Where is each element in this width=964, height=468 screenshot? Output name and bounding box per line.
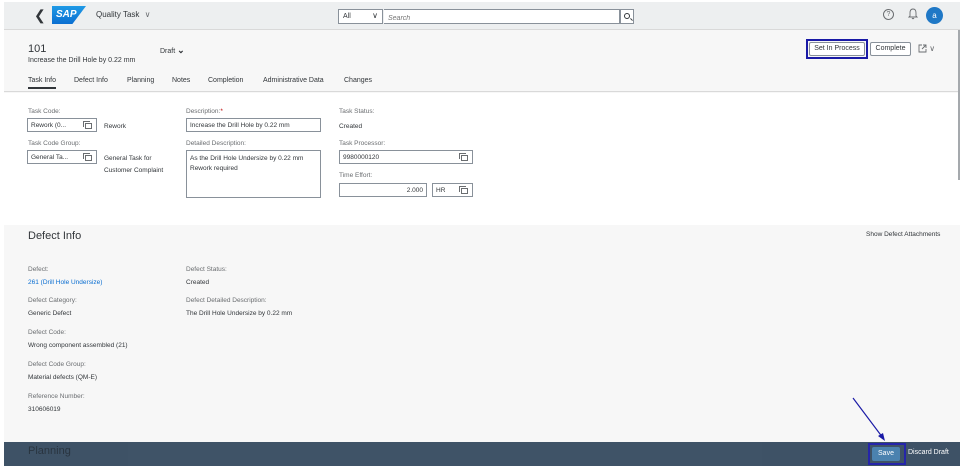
reference-number-value: 310606019 [28,406,61,413]
value-help-icon[interactable] [83,153,92,161]
description-value: Increase the Drill Hole by 0.22 mm [190,122,290,129]
defect-code-group-label: Defect Code Group: [28,361,86,368]
defect-link[interactable]: 261 (Drill Hole Undersize) [28,279,102,286]
defect-category-label: Defect Category: [28,297,77,304]
value-help-icon[interactable] [459,186,468,194]
required-marker: * [220,108,223,115]
tab-changes[interactable]: Changes [344,77,372,84]
task-processor-label: Task Processor: [339,140,386,147]
task-code-value: Rework (0... [31,122,67,129]
tab-completion[interactable]: Completion [208,77,243,84]
footer-toolbar: Planning Save Discard Draft [4,442,960,466]
share-menu[interactable]: ∨ [918,44,935,53]
chevron-down-icon: ∨ [144,10,151,19]
task-code-field[interactable]: Rework (0... [27,118,97,132]
task-processor-field[interactable]: 9980000120 [339,150,473,164]
description-label: Description:* [186,108,223,115]
search-button[interactable] [620,9,634,24]
section-tabs: Task Info Defect Info Planning Notes Com… [4,72,960,92]
discard-draft-button[interactable]: Discard Draft [908,449,949,456]
search-icon [624,13,630,19]
draft-label: Draft [160,48,176,55]
defect-info-section: Defect Info Show Defect Attachments Defe… [4,225,960,445]
task-code-text: Rework [104,123,127,130]
chevron-down-icon: ∨ [372,11,378,20]
defect-label: Defect: [28,266,49,273]
detailed-description-label: Detailed Description: [186,140,246,147]
time-effort-label: Time Effort: [339,172,373,179]
description-field[interactable]: Increase the Drill Hole by 0.22 mm [186,118,321,132]
defect-status-label: Defect Status: [186,266,227,273]
draft-status-menu[interactable]: Draft ⌄ [160,45,185,56]
task-code-group-label: Task Code Group: [28,140,81,147]
defect-code-value: Wrong component assembled (21) [28,342,128,349]
defect-detailed-description-label: Defect Detailed Description: [186,297,267,304]
complete-button[interactable]: Complete [870,42,911,56]
task-code-group-field[interactable]: General Ta... [27,150,97,164]
tab-administrative-data[interactable]: Administrative Data [263,77,324,84]
back-arrow-icon[interactable]: ❮ [34,7,46,24]
search-scope-select[interactable]: All ∨ [338,9,383,24]
task-status-label: Task Status: [339,108,375,115]
detailed-description-textarea[interactable]: As the Drill Hole Undersize by 0.22 mm R… [186,150,321,198]
share-icon [918,44,927,53]
sap-logo[interactable]: SAP [52,6,86,24]
app-title: Quality Task [96,10,140,19]
task-info-section: Task Code: Rework (0... Rework Task Code… [4,93,960,225]
tab-task-info[interactable]: Task Info [28,77,57,89]
time-effort-field[interactable]: 2.000 [339,183,427,197]
reference-number-label: Reference Number: [28,393,85,400]
task-status-value: Created [339,123,363,130]
planning-section-title: Planning [28,445,71,457]
search-input[interactable] [384,9,620,24]
chevron-down-icon: ⌄ [177,45,185,55]
shell-bar: ❮ SAP Quality Task ∨ All ∨ ? a [4,2,960,30]
tab-defect-info[interactable]: Defect Info [74,77,108,84]
tab-notes[interactable]: Notes [172,77,190,84]
task-code-label: Task Code: [28,108,61,115]
avatar[interactable]: a [926,7,943,24]
defect-detailed-description-value: The Drill Hole Undersize by 0.22 mm [186,310,293,317]
page-scrollbar[interactable] [958,30,960,180]
task-code-group-value: General Ta... [31,154,69,161]
logo-text: SAP [56,9,77,20]
defect-status-value: Created [186,279,210,286]
object-number: 101 [28,43,47,55]
defect-category-value: Generic Defect [28,310,72,317]
tab-planning[interactable]: Planning [127,77,154,84]
time-effort-value: 2.000 [406,187,423,194]
annotation-arrow [852,397,885,441]
description-label-text: Description: [186,108,221,115]
save-button[interactable]: Save [872,447,900,461]
bell-icon[interactable] [908,8,918,20]
defect-code-group-value: Material defects (QM-E) [28,374,97,381]
object-subtitle: Increase the Drill Hole by 0.22 mm [28,57,136,64]
detailed-description-value: As the Drill Hole Undersize by 0.22 mm R… [190,155,304,172]
chevron-down-icon: ∨ [929,44,936,53]
help-icon[interactable]: ? [883,9,894,20]
app-title-menu[interactable]: Quality Task ∨ [96,10,151,19]
show-defect-attachments-link[interactable]: Show Defect Attachments [866,231,940,238]
set-in-process-button[interactable]: Set In Process [809,42,865,56]
defect-info-title: Defect Info [28,230,82,242]
search-scope-value: All [343,13,351,20]
value-help-icon[interactable] [459,153,468,161]
task-processor-value: 9980000120 [343,154,380,161]
app-frame: ❮ SAP Quality Task ∨ All ∨ ? a 101 Incre… [4,2,960,466]
defect-code-label: Defect Code: [28,329,66,336]
task-code-group-text: General Task for [104,155,152,162]
time-effort-unit: HR [436,187,446,194]
task-code-group-text: Customer Complaint [104,167,164,174]
value-help-icon[interactable] [83,121,92,129]
time-effort-unit-field[interactable]: HR [432,183,473,197]
